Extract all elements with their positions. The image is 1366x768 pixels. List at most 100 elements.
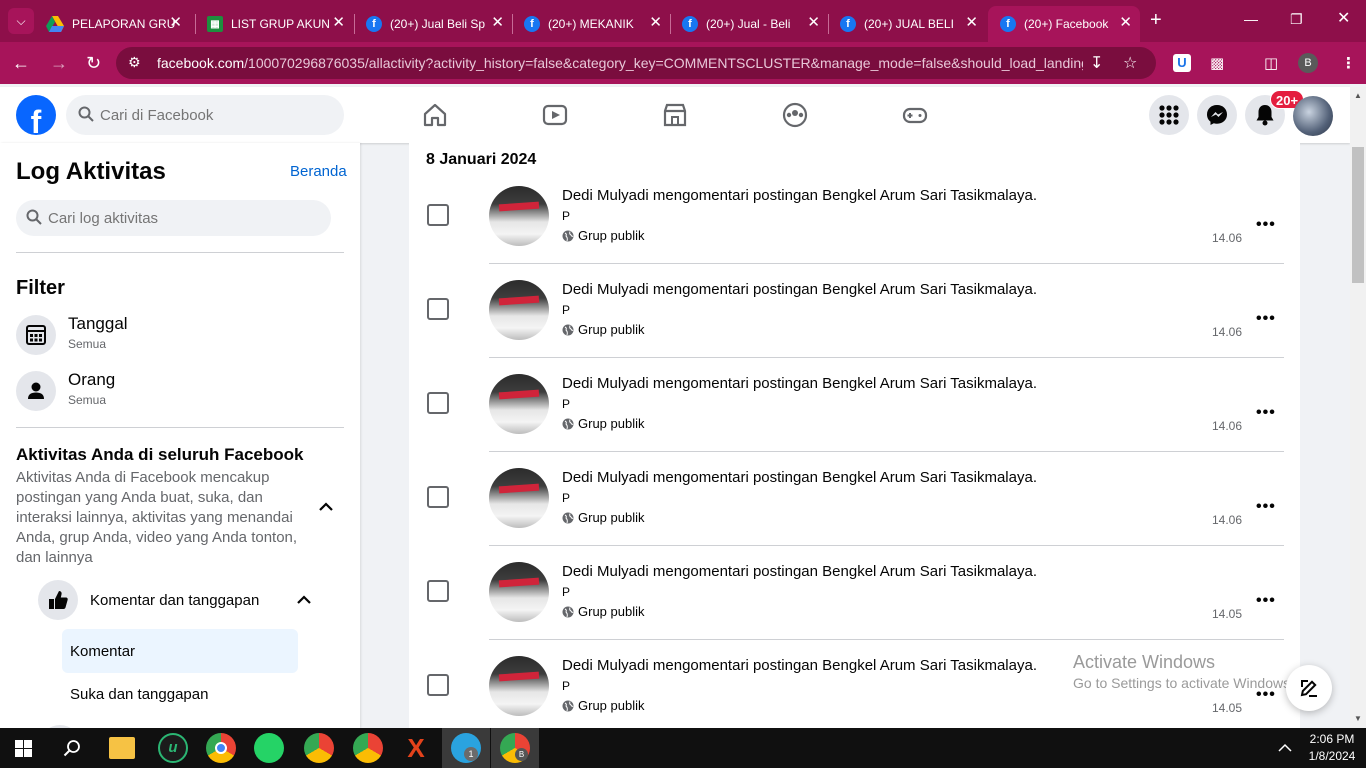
activity-title[interactable]: Dedi Mulyadi mengomentari postingan Beng… xyxy=(562,187,1037,204)
minimize-button[interactable]: — xyxy=(1244,10,1258,28)
home-link[interactable]: Beranda xyxy=(290,163,347,180)
browser-tab[interactable]: ▦ LIST GRUP AKUN ✕ xyxy=(195,6,353,42)
facebook-search[interactable] xyxy=(66,95,344,135)
more-options-icon[interactable]: ••• xyxy=(1256,216,1276,234)
window-close-button[interactable]: ✕ xyxy=(1337,10,1350,28)
subcategory-likes-reactions[interactable]: Suka dan tanggapan xyxy=(70,686,208,703)
file-explorer-icon[interactable] xyxy=(109,737,135,759)
browser-tab[interactable]: f (20+) MEKANIK ✕ xyxy=(512,6,670,42)
activity-title[interactable]: Dedi Mulyadi mengomentari postingan Beng… xyxy=(562,281,1037,298)
target-name[interactable]: Bengkel Arum Sari Tasikmalaya xyxy=(822,187,1033,204)
close-icon[interactable]: ✕ xyxy=(649,15,662,31)
select-checkbox[interactable] xyxy=(427,580,449,602)
target-name[interactable]: Bengkel Arum Sari Tasikmalaya xyxy=(822,563,1033,580)
browser-tab[interactable]: f (20+) Jual Beli Sp ✕ xyxy=(354,6,512,42)
activity-title[interactable]: Dedi Mulyadi mengomentari postingan Beng… xyxy=(562,375,1037,392)
close-icon[interactable]: ✕ xyxy=(1119,15,1132,31)
select-checkbox[interactable] xyxy=(427,486,449,508)
actor-name[interactable]: Dedi Mulyadi xyxy=(562,563,649,580)
actor-name[interactable]: Dedi Mulyadi xyxy=(562,657,649,674)
post-thumbnail[interactable] xyxy=(489,186,549,246)
activity-search[interactable] xyxy=(16,200,331,236)
chrome-profile-icon[interactable] xyxy=(353,733,383,763)
post-thumbnail[interactable] xyxy=(489,374,549,434)
subcategory-comments-selected[interactable]: Komentar xyxy=(62,629,298,673)
facebook-logo-icon[interactable]: f xyxy=(16,95,56,135)
browser-tab-active[interactable]: f (20+) Facebook ✕ xyxy=(988,6,1140,42)
facebook-search-input[interactable] xyxy=(100,95,330,135)
reload-button[interactable]: ↻ xyxy=(86,51,101,75)
close-icon[interactable]: ✕ xyxy=(332,15,345,31)
extensions-puzzle-icon[interactable]: ▩ xyxy=(1210,54,1224,72)
post-thumbnail[interactable] xyxy=(489,468,549,528)
site-info-icon[interactable]: ⚙ xyxy=(128,54,141,71)
profile-avatar[interactable]: B xyxy=(1298,53,1318,73)
windows-start-icon[interactable] xyxy=(15,740,32,757)
whatsapp-icon[interactable] xyxy=(254,733,284,763)
activity-search-input[interactable] xyxy=(48,200,318,236)
xampp-icon[interactable]: X xyxy=(401,733,431,763)
address-bar[interactable]: ⚙ facebook.com/100070296876035/allactivi… xyxy=(116,47,1156,79)
chrome-icon[interactable] xyxy=(206,733,236,763)
video-icon[interactable] xyxy=(541,101,569,129)
more-options-icon[interactable]: ••• xyxy=(1256,498,1276,516)
select-checkbox[interactable] xyxy=(427,392,449,414)
forward-button[interactable]: → xyxy=(50,51,68,75)
browser-tab[interactable]: f (20+) JUAL BELI ✕ xyxy=(828,6,986,42)
actor-name[interactable]: Dedi Mulyadi xyxy=(562,281,649,298)
filter-date[interactable]: Tanggal Semua xyxy=(16,313,346,357)
browser-tab[interactable]: PELAPORAN GRUP ✕ xyxy=(34,6,190,42)
browser-tab[interactable]: f (20+) Jual - Beli ✕ xyxy=(670,6,828,42)
activity-title[interactable]: Dedi Mulyadi mengomentari postingan Beng… xyxy=(562,469,1037,486)
close-icon[interactable]: ✕ xyxy=(491,15,504,31)
activity-title[interactable]: Dedi Mulyadi mengomentari postingan Beng… xyxy=(562,657,1037,674)
gaming-icon[interactable] xyxy=(901,101,929,129)
post-thumbnail[interactable] xyxy=(489,280,549,340)
home-icon[interactable] xyxy=(421,101,449,129)
chevron-up-icon[interactable] xyxy=(296,592,312,608)
chrome-active-taskbar-button[interactable]: B xyxy=(491,728,539,768)
new-message-button[interactable] xyxy=(1286,665,1332,711)
target-name[interactable]: Bengkel Arum Sari Tasikmalaya xyxy=(822,469,1033,486)
actor-name[interactable]: Dedi Mulyadi xyxy=(562,469,649,486)
scroll-down-icon[interactable]: ▼ xyxy=(1354,714,1362,723)
scroll-up-icon[interactable]: ▲ xyxy=(1354,91,1362,100)
back-button[interactable]: ← xyxy=(12,51,30,75)
more-options-icon[interactable]: ••• xyxy=(1256,404,1276,422)
close-icon[interactable]: ✕ xyxy=(807,15,820,31)
chrome-profile-icon[interactable] xyxy=(304,733,334,763)
restore-button[interactable]: ❐ xyxy=(1290,10,1303,28)
select-checkbox[interactable] xyxy=(427,298,449,320)
post-thumbnail[interactable] xyxy=(489,562,549,622)
bookmark-star-icon[interactable]: ☆ xyxy=(1123,53,1137,73)
page-scrollbar[interactable]: ▲ ▼ xyxy=(1350,87,1366,728)
more-options-icon[interactable]: ••• xyxy=(1256,310,1276,328)
account-avatar[interactable] xyxy=(1293,96,1333,136)
tab-search-button[interactable]: ⌵ xyxy=(8,8,34,34)
install-app-icon[interactable]: ↧ xyxy=(1090,53,1103,73)
marketplace-icon[interactable] xyxy=(661,101,689,129)
close-icon[interactable]: ✕ xyxy=(965,15,978,31)
actor-name[interactable]: Dedi Mulyadi xyxy=(562,375,649,392)
side-panel-icon[interactable]: ◫ xyxy=(1264,54,1278,72)
system-clock[interactable]: 2:06 PM 1/8/2024 xyxy=(1300,731,1364,765)
category-comments-and-reactions[interactable]: Komentar dan tanggapan xyxy=(38,580,334,622)
groups-icon[interactable] xyxy=(781,101,809,129)
filter-person[interactable]: Orang Semua xyxy=(16,369,346,413)
select-checkbox[interactable] xyxy=(427,204,449,226)
utorrent-icon[interactable]: u xyxy=(158,733,188,763)
target-name[interactable]: Bengkel Arum Sari Tasikmalaya xyxy=(822,375,1033,392)
actor-name[interactable]: Dedi Mulyadi xyxy=(562,187,649,204)
chevron-up-icon[interactable] xyxy=(318,499,334,515)
activity-title[interactable]: Dedi Mulyadi mengomentari postingan Beng… xyxy=(562,563,1037,580)
more-options-icon[interactable]: ••• xyxy=(1256,592,1276,610)
menu-button[interactable] xyxy=(1149,95,1189,135)
scrollbar-thumb[interactable] xyxy=(1352,147,1364,283)
extension-icon[interactable]: U xyxy=(1173,54,1191,72)
telegram-taskbar-button[interactable]: 1 xyxy=(442,728,490,768)
close-icon[interactable]: ✕ xyxy=(169,15,182,31)
post-thumbnail[interactable] xyxy=(489,656,549,716)
select-checkbox[interactable] xyxy=(427,674,449,696)
chevron-up-icon[interactable] xyxy=(1278,743,1292,753)
search-icon[interactable] xyxy=(63,739,81,757)
